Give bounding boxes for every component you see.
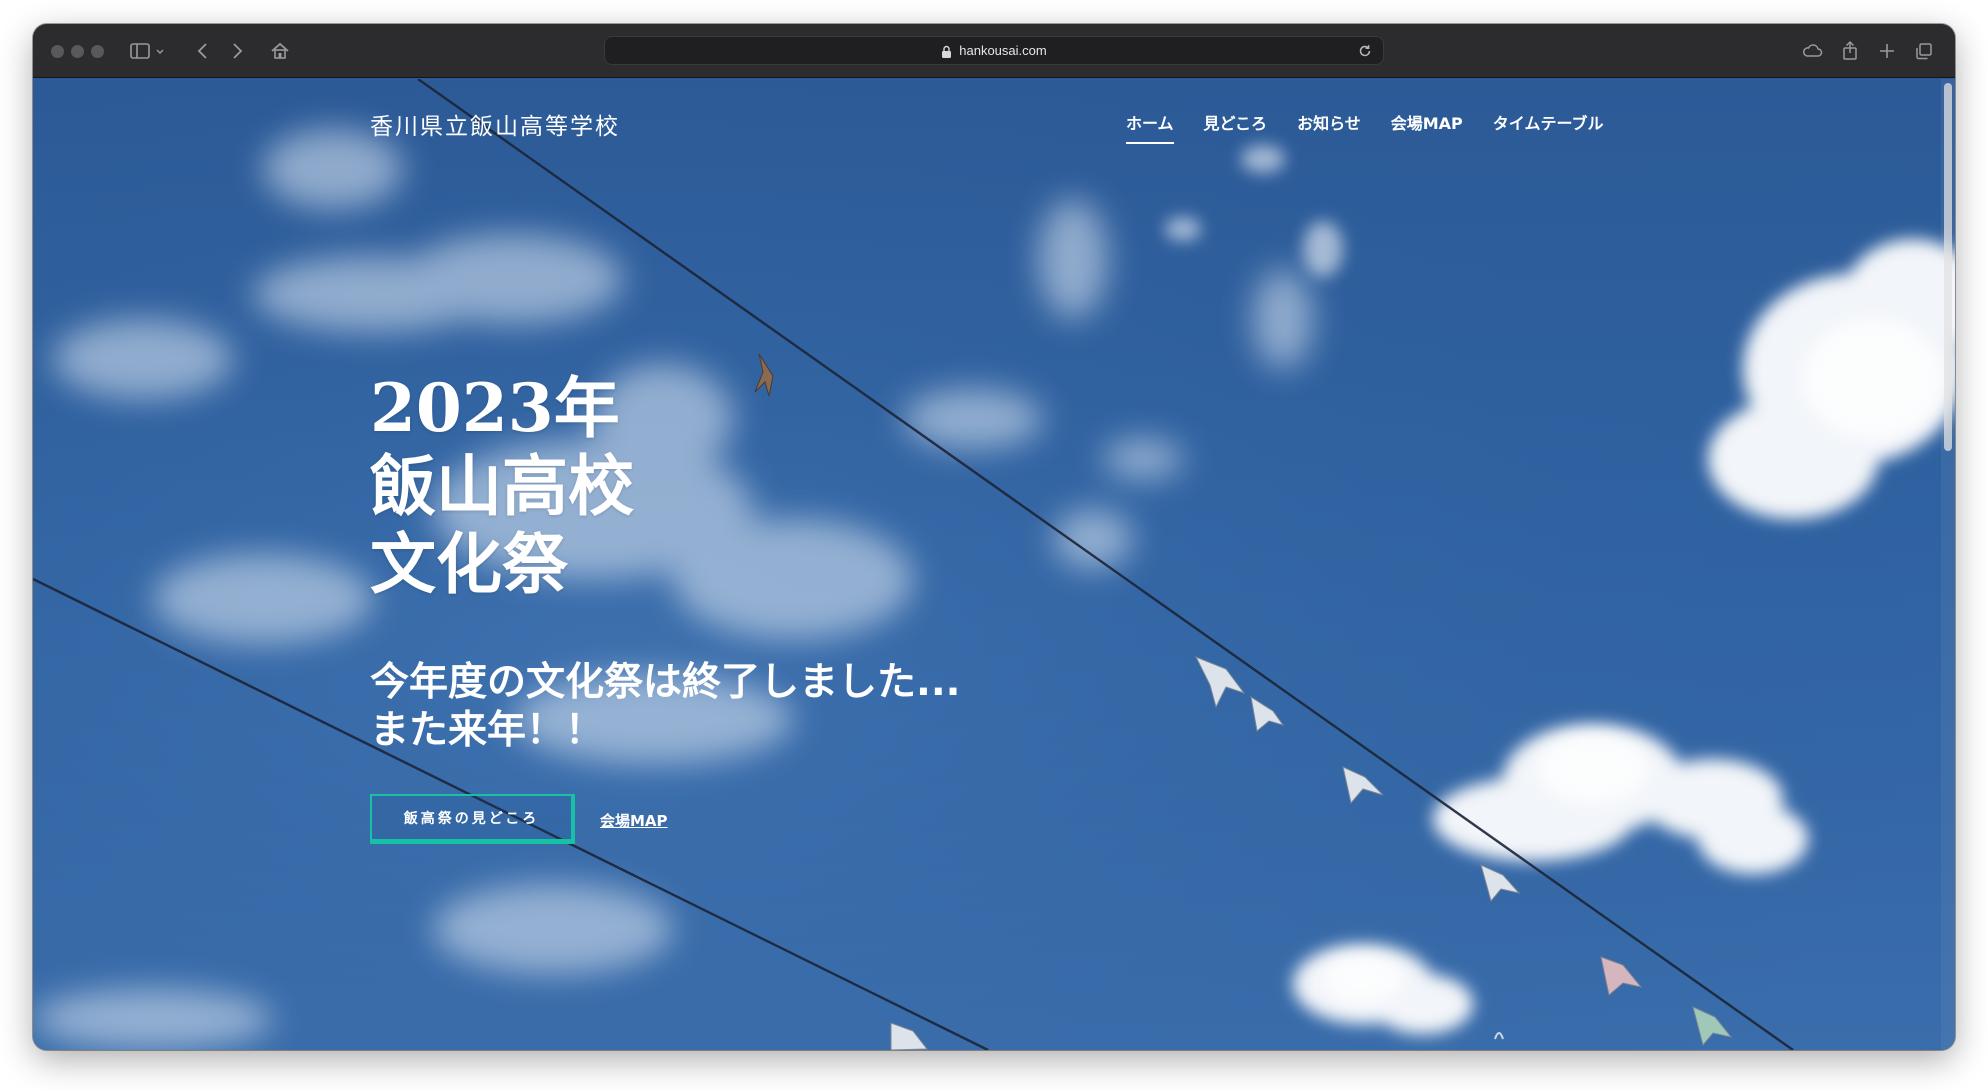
reload-icon[interactable] xyxy=(1357,43,1373,59)
sidebar-icon[interactable] xyxy=(127,38,153,64)
browser-toolbar: hankousai.com xyxy=(33,24,1955,78)
nav-timetable[interactable]: タイムテーブル xyxy=(1493,110,1604,144)
browser-window: hankousai.com 香川県立飯山高等学校 ホーム 見どころ お知らせ 会… xyxy=(33,24,1955,1050)
nav-news[interactable]: お知らせ xyxy=(1297,110,1361,144)
icloud-icon[interactable] xyxy=(1799,38,1825,64)
nav-home[interactable]: ホーム xyxy=(1126,110,1174,144)
url-text: hankousai.com xyxy=(959,43,1047,58)
address-bar[interactable]: hankousai.com xyxy=(604,36,1384,65)
nav-venue-map[interactable]: 会場MAP xyxy=(1391,110,1463,144)
main-nav: ホーム 見どころ お知らせ 会場MAP タイムテーブル xyxy=(1126,110,1634,144)
venue-map-link[interactable]: 会場MAP xyxy=(600,810,668,831)
page-viewport: 香川県立飯山高等学校 ホーム 見どころ お知らせ 会場MAP タイムテーブル 2… xyxy=(33,79,1955,1050)
close-window-button[interactable] xyxy=(51,45,64,58)
home-icon[interactable] xyxy=(267,38,293,64)
hero-message-line: また来年！！ xyxy=(370,708,605,753)
hero-title-line: 飯山高校 xyxy=(370,447,634,525)
scrollbar[interactable] xyxy=(1941,79,1955,1050)
chevron-down-icon[interactable] xyxy=(153,38,167,64)
scrollbar-thumb[interactable] xyxy=(1944,83,1952,451)
new-tab-icon[interactable] xyxy=(1874,38,1900,64)
nav-highlights[interactable]: 見どころ xyxy=(1204,110,1268,144)
hero-title-line: 2023年 xyxy=(370,369,620,447)
hero-title: 2023年 飯山高校 文化祭 xyxy=(370,369,634,603)
back-icon[interactable] xyxy=(190,38,216,64)
highlights-button[interactable]: 飯高祭の見どころ xyxy=(370,794,575,844)
hero-message-line: 今年度の文化祭は終了しました... xyxy=(370,660,961,705)
site-title[interactable]: 香川県立飯山高等学校 xyxy=(370,107,620,141)
hero-message: 今年度の文化祭は終了しました... また来年！！ xyxy=(370,659,960,755)
sky-background-image xyxy=(33,79,1955,1050)
tabs-overview-icon[interactable] xyxy=(1911,38,1937,64)
hero-title-line: 文化祭 xyxy=(370,525,568,603)
minimize-window-button[interactable] xyxy=(71,45,84,58)
share-icon[interactable] xyxy=(1837,38,1863,64)
forward-icon[interactable] xyxy=(224,38,250,64)
zoom-window-button[interactable] xyxy=(91,45,104,58)
